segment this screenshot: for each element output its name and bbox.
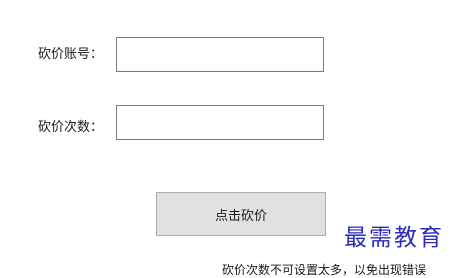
watermark-logo: 最需教育 [344, 225, 444, 251]
bargain-button[interactable]: 点击砍价 [156, 192, 326, 236]
count-label: 砍价次数： [38, 120, 104, 135]
count-input[interactable] [116, 105, 324, 140]
account-input[interactable] [116, 37, 324, 72]
account-label: 砍价账号： [38, 47, 104, 62]
footer-note: 砍价次数不可设置太多，以免出现错误 [222, 263, 427, 277]
